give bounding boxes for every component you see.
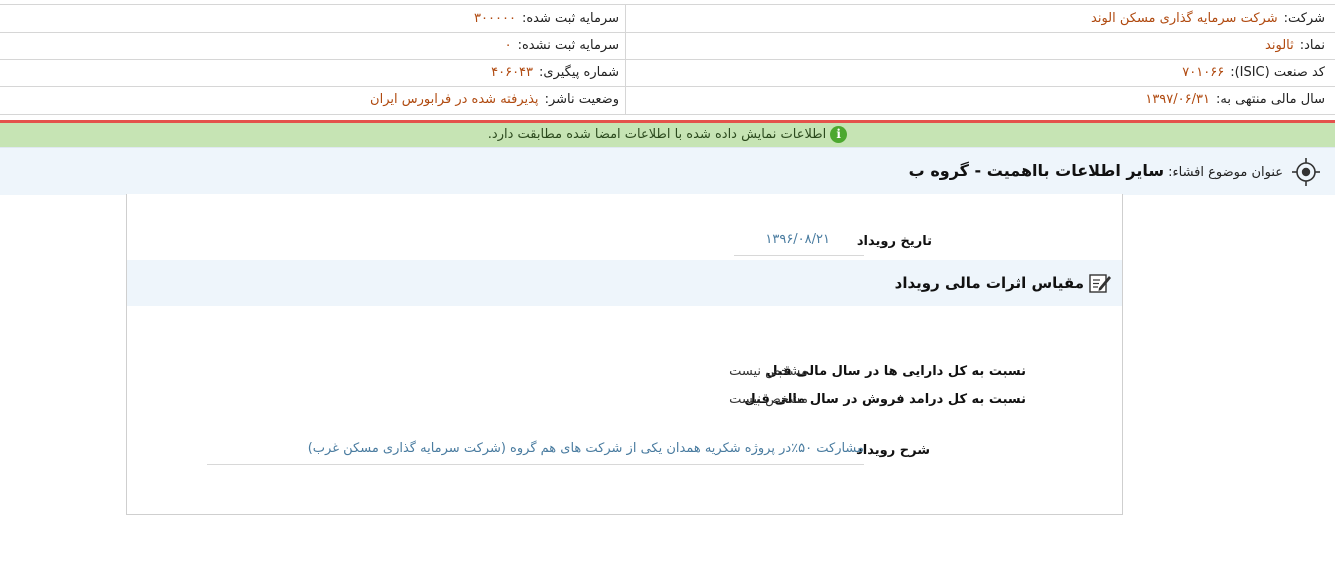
event-details-panel: تاریخ رویداد ۱۳۹۶/۰۸/۲۱ مقیاس اثرات مالی… [126, 194, 1123, 515]
fiscal-year-label: سال مالی منتهی به: [1215, 92, 1325, 107]
event-description-label: شرح رویداد [856, 443, 930, 458]
subject-label: عنوان موضوع افشاء: [1168, 165, 1283, 180]
verification-notice: iاطلاعات نمایش داده شده با اطلاعات امضا … [0, 123, 1335, 147]
event-date-underline [734, 255, 864, 256]
unregistered-capital-label: سرمایه ثبت نشده: [517, 38, 619, 53]
subject-bar: عنوان موضوع افشاء:سایر اطلاعات بااهمیت -… [0, 147, 1335, 195]
publisher-status-value: پذیرفته شده در فرابورس ایران [370, 92, 539, 107]
isic-label: کد صنعت (ISIC): [1230, 65, 1325, 80]
assets-ratio-value: مشخص نیست [729, 364, 808, 379]
edit-icon [1089, 274, 1111, 293]
unregistered-capital-value: ۰ [504, 38, 512, 53]
info-row-company: شرکت: شرکت سرمایه گذاری مسکن الوند سرمایه… [0, 5, 1335, 33]
financial-effects-section-header: مقیاس اثرات مالی رویداد [127, 260, 1122, 306]
company-label: شرکت: [1283, 11, 1325, 26]
info-row-isic: کد صنعت (ISIC): ۷۰۱۰۶۶ شماره پیگیری: ۴۰۶۰۴… [0, 59, 1335, 87]
tracking-number-label: شماره پیگیری: [539, 65, 619, 80]
symbol-label: نماد: [1299, 38, 1325, 53]
sales-ratio-value: مشخص نیست [729, 392, 808, 407]
section-title: مقیاس اثرات مالی رویداد [894, 274, 1084, 292]
company-info-table: شرکت: شرکت سرمایه گذاری مسکن الوند سرمایه… [0, 4, 1335, 115]
fiscal-year-value: ۱۳۹۷/۰۶/۳۱ [1145, 92, 1210, 107]
subject-value: سایر اطلاعات بااهمیت - گروه ب [908, 161, 1165, 180]
isic-value: ۷۰۱۰۶۶ [1182, 65, 1225, 80]
tracking-number-value: ۴۰۶۰۴۳ [491, 65, 534, 80]
publisher-status-label: وضعیت ناشر: [544, 92, 619, 107]
notice-text: اطلاعات نمایش داده شده با اطلاعات امضا ش… [487, 127, 827, 142]
info-icon: i [830, 126, 848, 143]
event-date-label: تاریخ رویداد [856, 234, 932, 249]
symbol-value: ثالوند [1265, 38, 1294, 53]
registered-capital-value: ۳۰۰۰۰۰ [474, 11, 516, 26]
registered-capital-label: سرمایه ثبت شده: [521, 11, 619, 26]
info-row-symbol: نماد: ثالوند سرمایه ثبت نشده: ۰ [0, 32, 1335, 60]
event-date-value: ۱۳۹۶/۰۸/۲۱ [765, 232, 830, 247]
company-value: شرکت سرمایه گذاری مسکن الوند [1091, 11, 1278, 26]
target-icon [1292, 158, 1320, 186]
event-description-underline [207, 464, 864, 465]
info-row-fiscal-year: سال مالی منتهی به: ۱۳۹۷/۰۶/۳۱ وضعیت ناشر:… [0, 86, 1335, 113]
event-description-value: مشارکت ۵۰٪در پروژه شکریه همدان یکی از شر… [307, 441, 864, 456]
